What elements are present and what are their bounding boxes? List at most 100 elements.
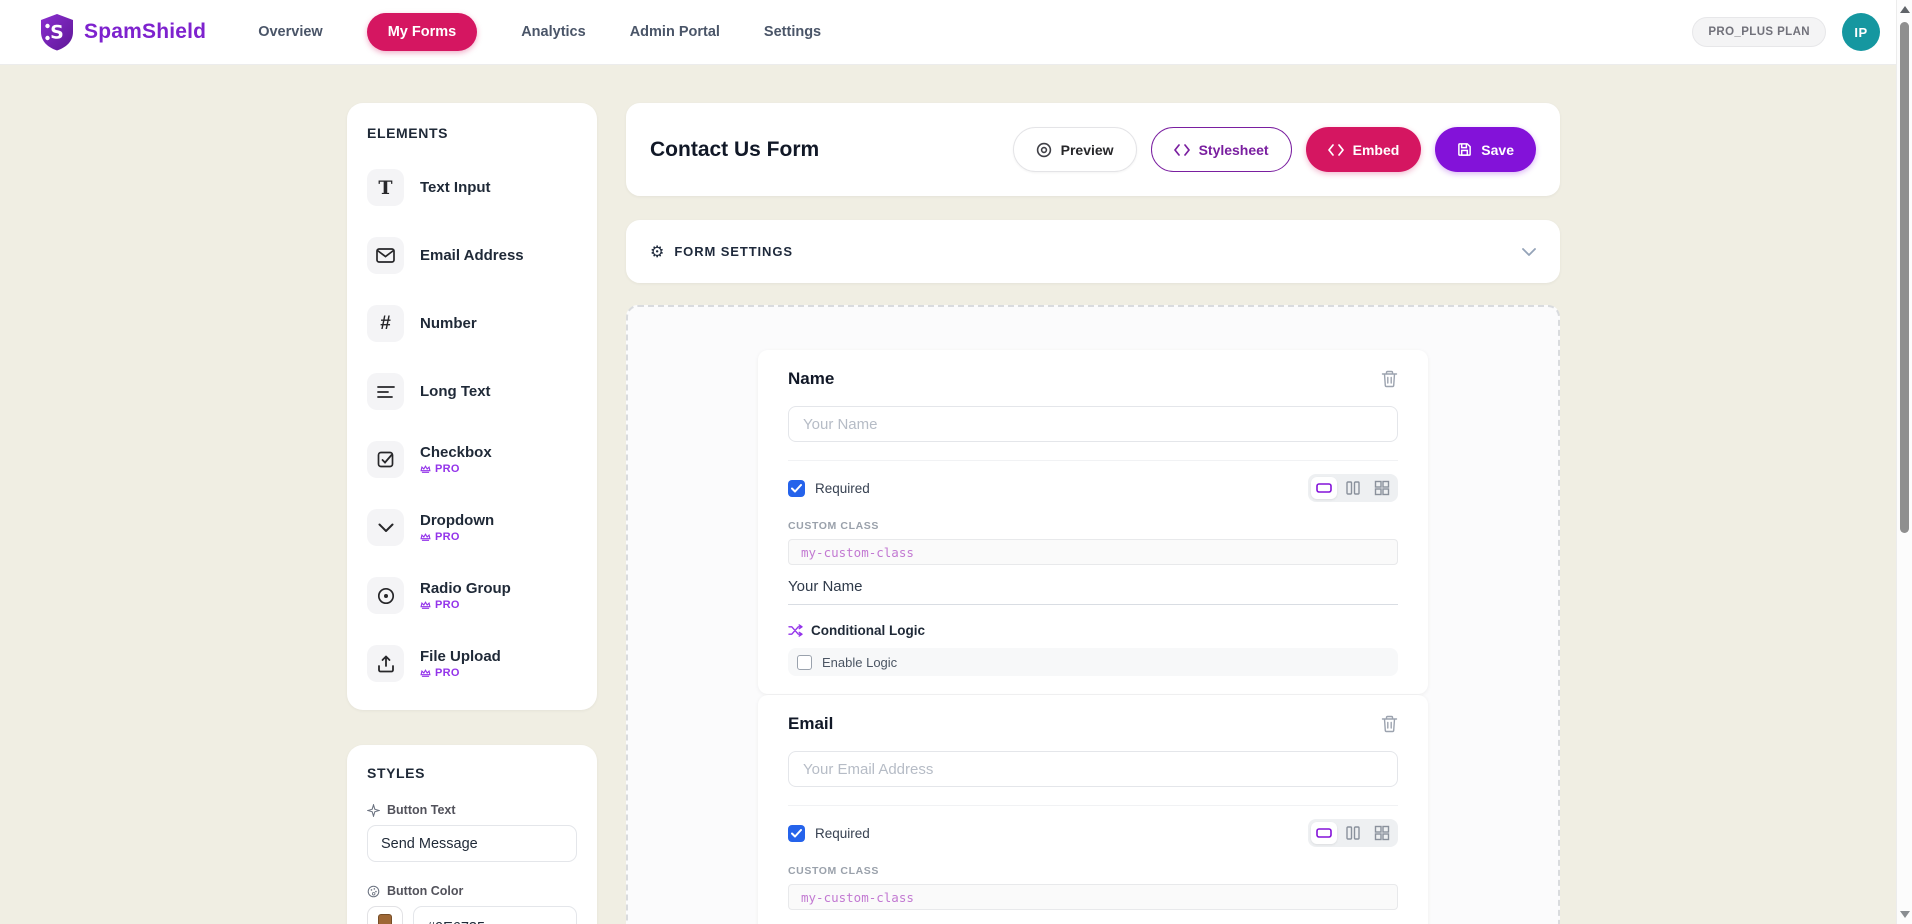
field-title: Email <box>788 713 833 735</box>
file-upload-icon <box>367 645 404 682</box>
gear-icon: ⚙ <box>650 244 664 260</box>
width-full-button[interactable] <box>1311 477 1337 499</box>
element-label: Long Text <box>420 383 491 400</box>
code-icon <box>1328 144 1344 156</box>
element-item-radio-group[interactable]: Radio Group PRO <box>367 577 577 614</box>
preview-button-label: Preview <box>1061 142 1114 158</box>
element-item-email-address[interactable]: Email Address <box>367 237 577 274</box>
element-item-number[interactable]: # Number <box>367 305 577 342</box>
code-icon <box>1174 144 1190 156</box>
pro-label: PRO <box>435 531 460 543</box>
width-selector <box>1308 819 1398 847</box>
trash-icon <box>1381 370 1398 388</box>
crown-icon <box>420 532 431 542</box>
element-item-dropdown[interactable]: Dropdown PRO <box>367 509 577 546</box>
width-grid-button[interactable] <box>1369 822 1395 844</box>
field-card-email[interactable]: Email Required C <box>758 695 1428 924</box>
preview-button[interactable]: Preview <box>1013 127 1137 172</box>
page-scrollbar[interactable] <box>1896 0 1912 924</box>
top-navigation-bar: S SpamShield Overview My Forms Analytics… <box>0 0 1912 65</box>
app-logo[interactable]: S SpamShield <box>40 13 206 51</box>
nav-item-my-forms[interactable]: My Forms <box>367 13 478 51</box>
enable-logic-checkbox[interactable] <box>797 655 812 670</box>
width-half-button[interactable] <box>1340 822 1366 844</box>
element-label: Dropdown <box>420 512 494 529</box>
width-selector <box>1308 474 1398 502</box>
embed-button-label: Embed <box>1353 142 1400 158</box>
nav-item-settings[interactable]: Settings <box>764 24 821 40</box>
element-label: Text Input <box>420 179 491 196</box>
element-label: Email Address <box>420 247 524 264</box>
delete-field-button[interactable] <box>1381 715 1398 733</box>
field-preview-input[interactable] <box>788 406 1398 442</box>
pro-label: PRO <box>435 463 460 475</box>
crown-icon <box>420 600 431 610</box>
pro-badge: PRO <box>420 463 492 475</box>
width-half-icon <box>1343 480 1363 496</box>
field-card-name[interactable]: Name Required CU <box>758 350 1428 694</box>
delete-field-button[interactable] <box>1381 370 1398 388</box>
stylesheet-button-label: Stylesheet <box>1199 142 1269 158</box>
element-label: Checkbox <box>420 444 492 461</box>
custom-class-input[interactable] <box>788 884 1398 910</box>
pro-badge: PRO <box>420 599 511 611</box>
user-avatar[interactable]: IP <box>1842 13 1880 51</box>
element-item-long-text[interactable]: Long Text <box>367 373 577 410</box>
element-item-text-input[interactable]: T Text Input <box>367 169 577 206</box>
custom-class-label: CUSTOM CLASS <box>788 520 1398 532</box>
nav-item-overview[interactable]: Overview <box>258 24 323 40</box>
scrollbar-down-arrow[interactable] <box>1900 911 1910 918</box>
required-checkbox[interactable] <box>788 825 805 842</box>
element-item-checkbox[interactable]: Checkbox PRO <box>367 441 577 478</box>
embed-button[interactable]: Embed <box>1306 127 1422 172</box>
email-icon <box>367 237 404 274</box>
width-full-button[interactable] <box>1311 822 1337 844</box>
save-button-label: Save <box>1481 142 1514 158</box>
field-label-editor[interactable]: Your Name <box>788 578 1398 605</box>
save-disk-icon <box>1457 142 1472 157</box>
eye-icon <box>1036 142 1052 158</box>
check-icon <box>791 829 802 838</box>
nav-item-analytics[interactable]: Analytics <box>521 24 585 40</box>
color-swatch <box>378 914 392 924</box>
scrollbar-up-arrow[interactable] <box>1900 6 1910 13</box>
check-icon <box>791 484 802 493</box>
width-grid-icon <box>1372 825 1392 841</box>
save-button[interactable]: Save <box>1435 127 1536 172</box>
button-text-label: Button Text <box>387 803 456 817</box>
required-checkbox[interactable] <box>788 480 805 497</box>
checkbox-icon <box>367 441 404 478</box>
field-preview-input[interactable] <box>788 751 1398 787</box>
button-text-label-row: Button Text <box>367 803 577 817</box>
palette-icon <box>367 885 380 898</box>
width-grid-button[interactable] <box>1369 477 1395 499</box>
radio-group-icon <box>367 577 404 614</box>
enable-logic-row: Enable Logic <box>788 648 1398 676</box>
button-color-input[interactable] <box>413 906 577 924</box>
scrollbar-thumb[interactable] <box>1900 22 1909 533</box>
width-full-icon <box>1314 480 1334 496</box>
elements-panel: ELEMENTS T Text Input Email Address # Nu… <box>347 103 597 710</box>
text-input-icon: T <box>367 169 404 206</box>
pro-label: PRO <box>435 599 460 611</box>
required-label: Required <box>815 481 870 496</box>
button-color-label-row: Button Color <box>367 884 577 898</box>
width-half-icon <box>1343 825 1363 841</box>
elements-panel-title: ELEMENTS <box>367 125 577 141</box>
styles-panel-title: STYLES <box>367 765 577 781</box>
brand-name: SpamShield <box>84 20 206 44</box>
button-text-input[interactable] <box>367 825 577 862</box>
custom-class-input[interactable] <box>788 539 1398 565</box>
form-settings-bar[interactable]: ⚙ FORM SETTINGS <box>626 220 1560 283</box>
main-nav: Overview My Forms Analytics Admin Portal… <box>258 13 821 51</box>
width-half-button[interactable] <box>1340 477 1366 499</box>
chevron-down-icon[interactable] <box>1522 248 1536 256</box>
enable-logic-label: Enable Logic <box>822 655 897 670</box>
color-swatch-button[interactable] <box>367 906 403 924</box>
pro-badge: PRO <box>420 531 494 543</box>
shuffle-icon <box>788 624 803 637</box>
stylesheet-button[interactable]: Stylesheet <box>1151 127 1292 172</box>
required-label: Required <box>815 826 870 841</box>
nav-item-admin-portal[interactable]: Admin Portal <box>630 24 720 40</box>
element-item-file-upload[interactable]: File Upload PRO <box>367 645 577 682</box>
